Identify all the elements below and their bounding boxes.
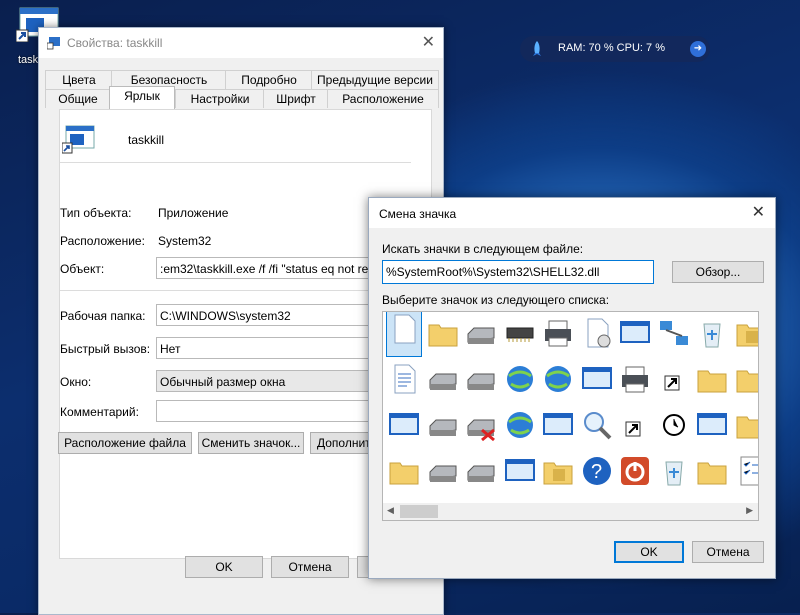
dialog-title-bar[interactable]: Смена значка ✕ [369,198,775,228]
window-title: Свойства: taskkill [67,36,163,50]
start-in-label: Рабочая папка: [60,309,146,323]
close-icon[interactable]: ✕ [422,32,435,52]
hard-drive-icon[interactable] [464,316,498,350]
computer-icon[interactable] [503,454,537,488]
font-folder-icon[interactable] [734,408,758,442]
application-window-icon[interactable] [387,408,421,442]
open-file-location-button[interactable]: Расположение файла [58,432,192,454]
divider [60,290,411,291]
help-icon[interactable]: ? [580,454,614,488]
scroll-left-icon[interactable]: ◀ [387,505,394,516]
tab-font[interactable]: Шрифт [263,89,329,108]
network-window-icon[interactable] [618,316,652,350]
folder-grid-icon[interactable] [734,316,758,350]
desktop-icon-label: task [18,54,39,66]
system-monitor-widget[interactable]: RAM: 70 % CPU: 7 % ➜ [520,36,710,62]
memory-chip-icon[interactable] [503,316,537,350]
tab-row-top: Цвета Безопасность Подробно Предыдущие в… [45,70,439,89]
globe-search-icon[interactable] [503,408,537,442]
dialog-title: Смена значка [379,207,457,221]
tab-details[interactable]: Подробно [225,70,313,89]
drive-icon[interactable] [426,454,460,488]
divider [60,162,411,163]
tab-colors[interactable]: Цвета [45,70,113,89]
folder-icon-2[interactable] [387,454,421,488]
dialog-cancel-button[interactable]: Отмена [692,541,764,563]
disconnected-drive-icon[interactable] [464,408,498,442]
scroll-right-icon[interactable]: ▶ [746,505,753,516]
folder-grid-2-icon[interactable] [541,454,575,488]
arrow-right-icon[interactable]: ➜ [690,41,706,57]
printer-icon[interactable] [541,316,575,350]
recycle-bin-icon[interactable] [695,316,729,350]
change-icon-dialog: Смена значка ✕ Искать значки в следующем… [368,197,776,579]
type-value: Приложение [158,206,229,220]
folder-program-icon[interactable] [695,362,729,396]
svg-text:?: ? [591,461,602,483]
run-label: Окно: [60,375,92,389]
change-icon-button[interactable]: Сменить значок... [198,432,304,454]
checklist-icon[interactable] [734,454,758,488]
target-label: Объект: [60,262,105,276]
browse-button[interactable]: Обзор... [672,261,764,283]
control-folder-icon[interactable] [695,454,729,488]
desktop-icon[interactable] [695,408,729,442]
tab-row-bottom: Общие Ярлык Настройки Шрифт Расположение [45,86,439,109]
tab-previous-versions[interactable]: Предыдущие версии [311,70,439,89]
share-hand-icon[interactable] [657,316,691,350]
drive-disk-icon[interactable] [464,362,498,396]
type-label: Тип объекта: [60,206,132,220]
tab-options[interactable]: Настройки [175,89,265,108]
network-globe-icon[interactable] [541,362,575,396]
cancel-button[interactable]: Отмена [271,556,349,578]
shortcut-icon [47,37,60,50]
icon-list-label: Выберите значок из следующего списка: [382,293,610,307]
network-computers-icon[interactable] [541,408,575,442]
cd-drive-icon[interactable] [464,454,498,488]
network-printer-icon[interactable] [618,362,652,396]
tab-general[interactable]: Общие [45,89,111,108]
back-arrow-icon[interactable] [618,408,652,442]
tab-shortcut[interactable]: Ярлык [109,86,175,109]
text-document-icon[interactable] [387,362,421,396]
recycle-full-icon[interactable] [657,454,691,488]
globe-network-icon[interactable] [503,362,537,396]
clock-icon[interactable] [657,408,691,442]
ok-button[interactable]: OK [185,556,263,578]
file-label: Искать значки в следующем файле: [382,242,584,256]
icon-list[interactable]: ? ◀ ▶ [382,311,759,521]
rocket-icon [533,41,541,56]
blank-document-icon[interactable] [386,312,422,357]
scroll-thumb[interactable] [400,505,438,518]
tab-layout[interactable]: Расположение [327,89,439,108]
shortcut-name: taskkill [128,133,165,147]
application-icon [62,125,95,154]
hotkey-label: Быстрый вызов: [60,342,151,356]
dvd-drive-icon[interactable] [426,362,460,396]
magnifier-icon[interactable] [580,408,614,442]
printer-folder-icon[interactable] [734,362,758,396]
comment-label: Комментарий: [60,405,139,419]
document-clock-icon[interactable] [580,316,614,350]
close-icon[interactable]: ✕ [752,202,765,222]
folder-icon[interactable] [426,316,460,350]
dialog-ok-button[interactable]: OK [614,541,684,563]
shortcut-arrow-icon[interactable] [657,362,691,396]
location-value: System32 [158,234,212,248]
horizontal-scrollbar[interactable]: ◀ ▶ [383,503,758,520]
control-panel-icon[interactable] [580,362,614,396]
location-label: Расположение: [60,234,145,248]
icon-file-input[interactable]: %SystemRoot%\System32\SHELL32.dll [382,260,654,284]
title-bar[interactable]: Свойства: taskkill ✕ [39,28,443,58]
floppy-disk-icon[interactable] [426,408,460,442]
power-icon[interactable] [618,454,652,488]
monitor-readout: RAM: 70 % CPU: 7 % [558,42,665,54]
